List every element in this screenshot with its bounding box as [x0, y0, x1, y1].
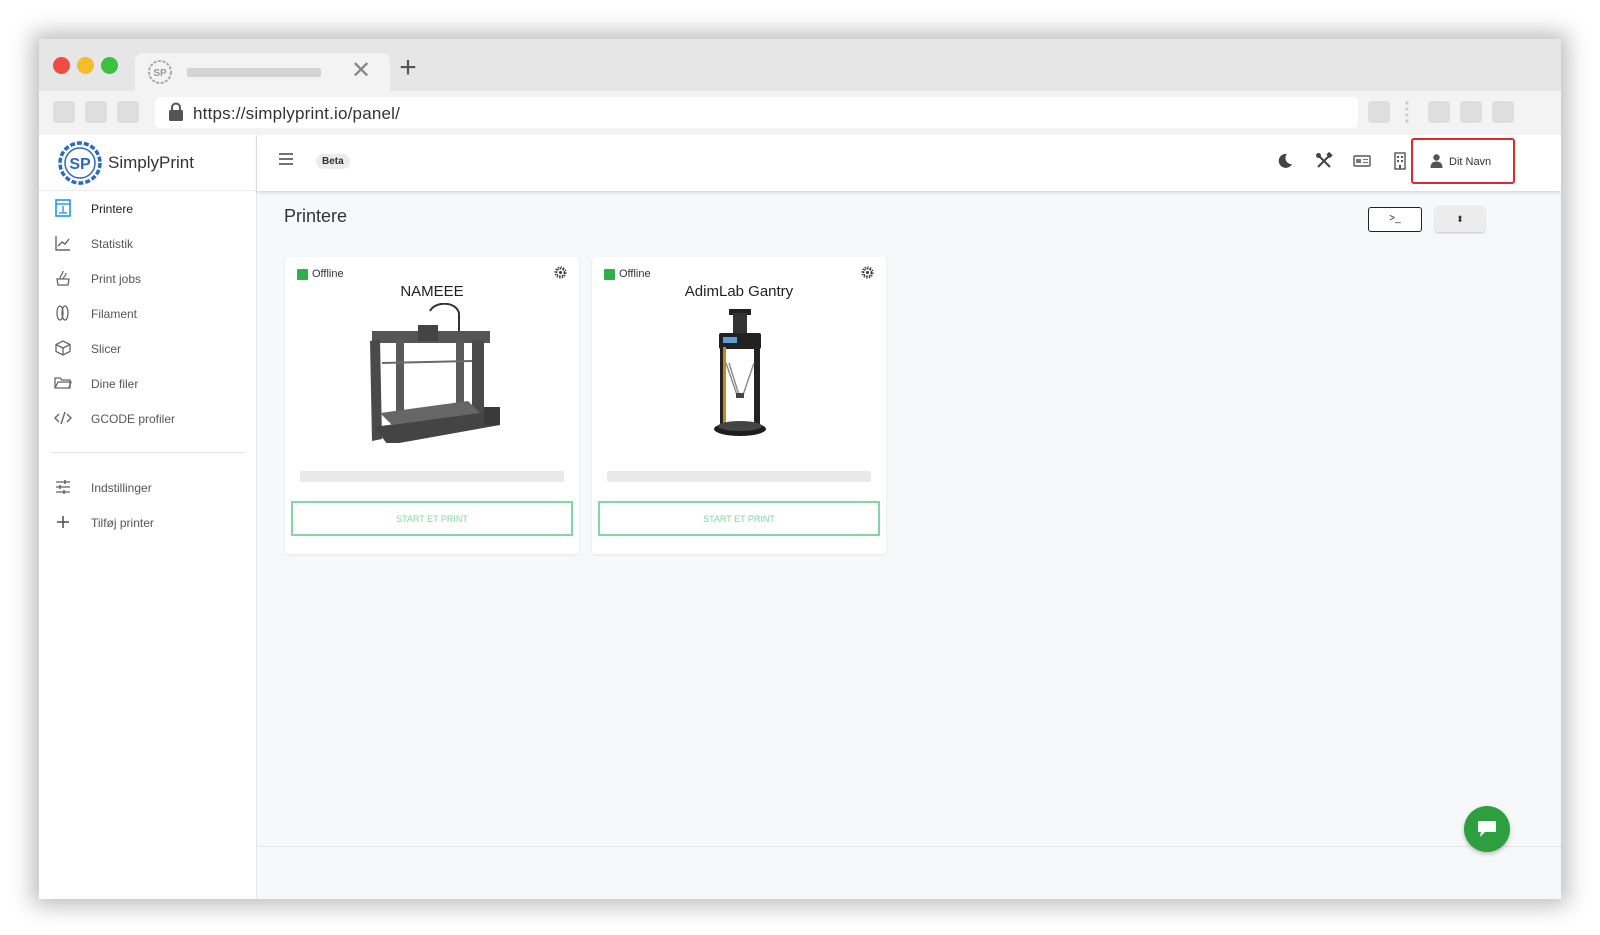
status-text: Offline — [619, 268, 651, 280]
browser-tab-bar: SP ✕ + — [39, 39, 1561, 91]
printer-name: AdimLab Gantry — [684, 283, 794, 300]
status-dot — [297, 269, 308, 280]
cube-icon — [55, 340, 71, 356]
sidebar-item-label: Filament — [91, 307, 138, 321]
gear-icon[interactable] — [861, 266, 874, 279]
printer-icon — [55, 199, 71, 217]
maximize-window-button[interactable] — [101, 57, 118, 74]
status-dot — [604, 269, 615, 280]
svg-text:SP: SP — [69, 156, 91, 173]
printer-card[interactable]: Offline NAMEEE START ET PRINT — [285, 257, 579, 554]
code-icon — [54, 411, 72, 425]
toolbar-button-2[interactable] — [1460, 101, 1482, 123]
extension-button[interactable] — [1368, 101, 1390, 123]
dark-mode-icon[interactable] — [1276, 152, 1294, 170]
sidebar-divider — [51, 452, 245, 453]
tools-icon[interactable] — [1315, 152, 1333, 170]
progress-bar — [300, 471, 564, 482]
browser-window: SP ✕ + https://simplyprint.io/panel/ SP … — [39, 39, 1561, 899]
console-button[interactable]: >_ — [1368, 207, 1422, 232]
sidebar-item-label: Slicer — [91, 342, 122, 356]
progress-bar — [607, 471, 871, 482]
brand-header[interactable]: SP SimplyPrint — [39, 135, 257, 191]
simplyprint-favicon-icon: SP — [148, 60, 172, 84]
sidebar-item-label: Dine filer — [91, 377, 139, 391]
chat-icon — [1478, 821, 1496, 837]
back-button[interactable] — [53, 101, 75, 123]
sidebar-item-indstillinger[interactable]: Indstillinger — [39, 470, 257, 505]
close-window-button[interactable] — [53, 57, 70, 74]
sidebar-item-label: Print jobs — [91, 272, 142, 286]
start-print-button[interactable]: START ET PRINT — [291, 501, 573, 536]
chart-icon — [55, 236, 70, 251]
status-text: Offline — [312, 268, 344, 280]
page-title: Printere — [284, 206, 348, 226]
footer-divider — [257, 846, 1561, 847]
app-top-bar: Beta Dit Navn — [257, 135, 1561, 191]
toolbar-button-3[interactable] — [1492, 101, 1514, 123]
start-print-button[interactable]: START ET PRINT — [598, 501, 880, 536]
sort-button[interactable]: ⬍ — [1435, 206, 1485, 232]
user-menu-button[interactable]: Dit Navn — [1411, 138, 1515, 184]
filament-icon — [56, 305, 69, 321]
more-vertical-icon[interactable] — [1404, 99, 1410, 127]
minimize-window-button[interactable] — [77, 57, 94, 74]
sidebar-item-statistik[interactable]: Statistik — [39, 226, 257, 261]
sidebar-item-print-jobs[interactable]: Print jobs — [39, 261, 257, 296]
sidebar-item-label: GCODE profiler — [91, 412, 176, 426]
sidebar-item-dine-filer[interactable]: Dine filer — [39, 366, 257, 401]
sidebar-item-label: Indstillinger — [91, 481, 152, 495]
lock-icon — [169, 102, 183, 121]
sidebar-item-filament[interactable]: Filament — [39, 296, 257, 331]
print-jobs-icon — [56, 270, 70, 286]
brand-name: SimplyPrint — [108, 153, 194, 172]
chat-button[interactable] — [1464, 806, 1510, 852]
sidebar-item-tilfoej-printer[interactable]: Tilføj printer — [39, 505, 257, 540]
sliders-icon — [56, 480, 70, 494]
tab-title-placeholder — [187, 68, 321, 77]
toolbar-button-1[interactable] — [1428, 101, 1450, 123]
plus-icon — [57, 516, 69, 528]
simplyprint-logo-icon: SP — [58, 141, 102, 185]
building-icon[interactable] — [1391, 152, 1409, 170]
sidebar-item-label: Printere — [91, 202, 134, 216]
folder-icon — [54, 377, 72, 389]
printer-name: NAMEEE — [400, 283, 464, 300]
id-card-icon[interactable] — [1353, 152, 1371, 170]
sidebar-item-label: Statistik — [91, 237, 134, 251]
svg-text:SP: SP — [153, 68, 167, 79]
gear-icon[interactable] — [554, 266, 567, 279]
sidebar-item-label: Tilføj printer — [91, 516, 154, 530]
menu-icon[interactable] — [279, 153, 293, 165]
sidebar-item-slicer[interactable]: Slicer — [39, 331, 257, 366]
beta-badge: Beta — [316, 154, 350, 169]
sidebar-item-printere[interactable]: Printere — [39, 191, 257, 226]
sidebar: SP SimplyPrint Printere Statistik Print … — [39, 135, 257, 899]
address-bar[interactable]: https://simplyprint.io/panel/ — [155, 97, 1358, 128]
printer-card[interactable]: Offline AdimLab Gantry START ET PRINT — [592, 257, 886, 554]
user-name: Dit Navn — [1449, 156, 1492, 168]
reload-button[interactable] — [117, 101, 139, 123]
printer-image — [714, 309, 766, 436]
user-icon — [1430, 154, 1443, 168]
tab-close-icon[interactable]: ✕ — [349, 58, 373, 84]
printer-image — [370, 303, 500, 443]
browser-tab[interactable]: SP ✕ — [135, 53, 390, 91]
sidebar-item-gcode-profiler[interactable]: GCODE profiler — [39, 401, 257, 436]
browser-nav-bar: https://simplyprint.io/panel/ — [39, 91, 1561, 135]
url-text: https://simplyprint.io/panel/ — [193, 104, 401, 123]
new-tab-button[interactable]: + — [395, 53, 421, 83]
forward-button[interactable] — [85, 101, 107, 123]
